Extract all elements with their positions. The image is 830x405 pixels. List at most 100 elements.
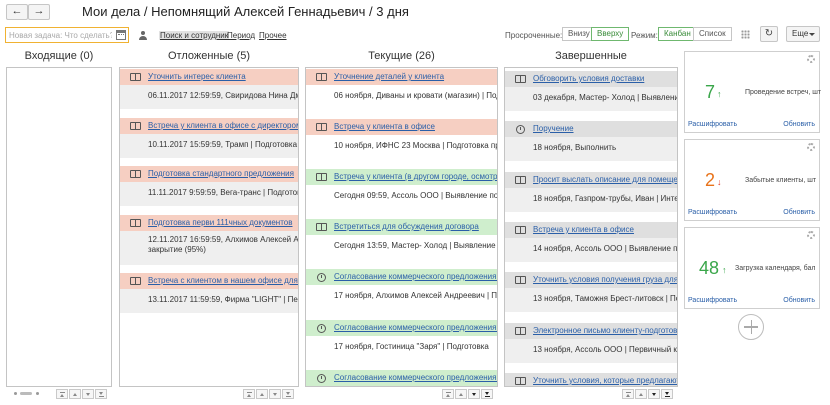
widget-detail-link[interactable]: Расшифровать [688, 297, 737, 304]
new-task-input[interactable] [6, 28, 112, 42]
page-down-button[interactable] [648, 389, 660, 399]
task-title[interactable]: Уточнить интерес клиента [148, 72, 246, 81]
task-card[interactable]: Уточнить условия, которые предлагают [505, 373, 677, 386]
task-clock-icon [316, 323, 327, 333]
grid-icon[interactable] [741, 30, 750, 39]
widget-caption: Забытые клиенты, шт [745, 177, 817, 184]
task-card[interactable]: Обговорить условия доставки 03 декабря, … [505, 71, 677, 111]
page-last-button[interactable] [282, 389, 294, 399]
task-title[interactable]: Подготовка стандартного предложения [148, 169, 294, 178]
widget-refresh-link[interactable]: Обновить [783, 209, 815, 216]
task-card[interactable]: Согласование коммерческого предложения (… [306, 320, 497, 360]
task-title[interactable]: Просит выслать описание для помещен [533, 175, 677, 184]
widget-calendar-load: 48 ↑ Загрузка календаря, бал Расшифроват… [684, 227, 820, 309]
task-detail-extra: закрытие (95%) [148, 245, 206, 254]
mode-kanban-toggle[interactable]: Канбан [658, 27, 697, 41]
task-detail: Сегодня 09:59, Ассоль ООО | Выявление по… [334, 191, 498, 200]
widget-settings-icon[interactable] [807, 143, 815, 151]
widget-settings-icon[interactable] [807, 231, 815, 239]
task-book-icon [515, 326, 526, 336]
task-title[interactable]: Встреча у клиента в офисе с директором [148, 121, 298, 130]
task-book-icon [130, 169, 141, 179]
task-card[interactable]: Поручение 18 ноября, Выполнить [505, 121, 677, 161]
page-first-button[interactable] [622, 389, 634, 399]
widget-detail-link[interactable]: Расшифровать [688, 121, 737, 128]
widget-caption: Проведение встреч, шт [745, 89, 822, 96]
task-clock-icon [316, 373, 327, 383]
more-button[interactable]: Еще [786, 26, 820, 42]
task-card[interactable]: Встретиться для обсуждения договора Сего… [306, 219, 498, 259]
task-title[interactable]: Встреча у клиента в офисе [533, 225, 634, 234]
task-card[interactable]: Встреча с клиентом в нашем офисе для под… [120, 273, 299, 313]
task-title[interactable]: Поручение [533, 124, 574, 133]
task-title[interactable]: Встретиться для обсуждения договора [334, 222, 479, 231]
task-book-icon [130, 72, 141, 82]
page-down-button[interactable] [269, 389, 281, 399]
forward-button[interactable]: → [28, 4, 50, 20]
task-detail: 13.11.2017 11:59:59, Фирма "LIGHT" | Пер… [148, 295, 299, 304]
task-card[interactable]: Уточнить условия получения груза для к 1… [505, 272, 677, 312]
column-postponed[interactable]: Уточнить интерес клиента 06.11.2017 12:5… [119, 67, 299, 387]
task-title[interactable]: Встреча у клиента в офисе [334, 122, 435, 131]
task-card[interactable]: Встреча у клиента в офисе 14 ноября, Асс… [505, 222, 677, 262]
task-detail: 17 ноября, Алхимов Алексей Андреевич | П… [334, 291, 498, 300]
overdue-top-toggle[interactable]: Вверху [591, 27, 630, 41]
column-current[interactable]: Уточнение деталей у клиента 06 ноября, Д… [305, 67, 498, 387]
task-card[interactable]: Встреча у клиента в офисе с директором 1… [120, 118, 298, 158]
task-clock-icon [515, 124, 526, 134]
widget-refresh-link[interactable]: Обновить [783, 121, 815, 128]
task-title[interactable]: Уточнить условия получения груза для к [533, 275, 677, 284]
other-link[interactable]: Прочее [259, 31, 287, 40]
calendar-icon[interactable] [116, 30, 126, 40]
page-first-button[interactable] [243, 389, 255, 399]
widget-meetings: 7 ↑ Проведение встреч, шт Расшифровать О… [684, 51, 822, 133]
page-last-button[interactable] [95, 389, 107, 399]
task-title[interactable]: Подготовка перви 111чных документов [148, 218, 292, 227]
page-first-button[interactable] [56, 389, 68, 399]
task-detail: 11.11.2017 9:59:59, Вега-транс | Подгото… [148, 188, 299, 197]
page-up-button[interactable] [455, 389, 467, 399]
page-up-button[interactable] [69, 389, 81, 399]
page-last-button[interactable] [661, 389, 673, 399]
task-card[interactable]: Уточнить интерес клиента 06.11.2017 12:5… [120, 69, 298, 109]
task-card[interactable]: Встреча у клиента в офисе 10 ноября, ИФН… [306, 119, 497, 159]
column-title-current: Текущие (26) [368, 50, 435, 62]
page-last-button[interactable] [481, 389, 493, 399]
task-title[interactable]: Согласование коммерческого предложения ( [334, 373, 497, 382]
column-incoming[interactable] [6, 67, 112, 387]
widget-refresh-link[interactable]: Обновить [783, 297, 815, 304]
task-card[interactable]: Уточнение деталей у клиента 06 ноября, Д… [306, 69, 497, 109]
task-title[interactable]: Электронное письмо клиенту-подготови [533, 326, 677, 335]
widget-detail-link[interactable]: Расшифровать [688, 209, 737, 216]
scroll-slider[interactable] [14, 392, 40, 396]
page-up-button[interactable] [635, 389, 647, 399]
task-card[interactable]: Электронное письмо клиенту-подготови 13 … [505, 323, 677, 363]
page-down-button[interactable] [82, 389, 94, 399]
task-card[interactable]: Встреча у клиента (в другом городе, осмо… [306, 169, 498, 209]
new-task-field[interactable] [5, 27, 129, 43]
page-first-button[interactable] [442, 389, 454, 399]
add-widget-button[interactable] [738, 314, 764, 340]
column-completed[interactable]: Обговорить условия доставки 03 декабря, … [504, 67, 678, 387]
task-title[interactable]: Обговорить условия доставки [533, 74, 644, 83]
page-down-button[interactable] [468, 389, 480, 399]
task-title[interactable]: Согласование коммерческого предложения ( [334, 323, 497, 332]
page-up-button[interactable] [256, 389, 268, 399]
task-card[interactable]: Согласование коммерческого предложения ( [306, 370, 497, 386]
task-title[interactable]: Согласование коммерческого предложения ( [334, 272, 497, 281]
widget-settings-icon[interactable] [807, 55, 815, 63]
refresh-button[interactable]: ↻ [760, 26, 778, 42]
back-button[interactable]: ← [6, 4, 28, 20]
task-title[interactable]: Уточнить условия, которые предлагают [533, 376, 677, 385]
search-employee-link[interactable]: Поиск и сотрудник [159, 31, 230, 40]
task-title[interactable]: Уточнение деталей у клиента [334, 72, 444, 81]
period-link[interactable]: Период [227, 31, 255, 40]
task-card[interactable]: Просит выслать описание для помещен 18 н… [505, 172, 677, 212]
task-card[interactable]: Подготовка перви 111чных документов 12.1… [120, 215, 298, 265]
task-card[interactable]: Подготовка стандартного предложения 11.1… [120, 166, 299, 206]
task-card[interactable]: Согласование коммерческого предложения (… [306, 269, 498, 309]
mode-list-toggle[interactable]: Список [693, 27, 732, 41]
task-detail: Сегодня 13:59, Мастер- Холод | Выявление… [334, 241, 498, 250]
task-title[interactable]: Встреча у клиента (в другом городе, осмо… [334, 172, 497, 181]
task-title[interactable]: Встреча с клиентом в нашем офисе для под… [148, 276, 298, 285]
